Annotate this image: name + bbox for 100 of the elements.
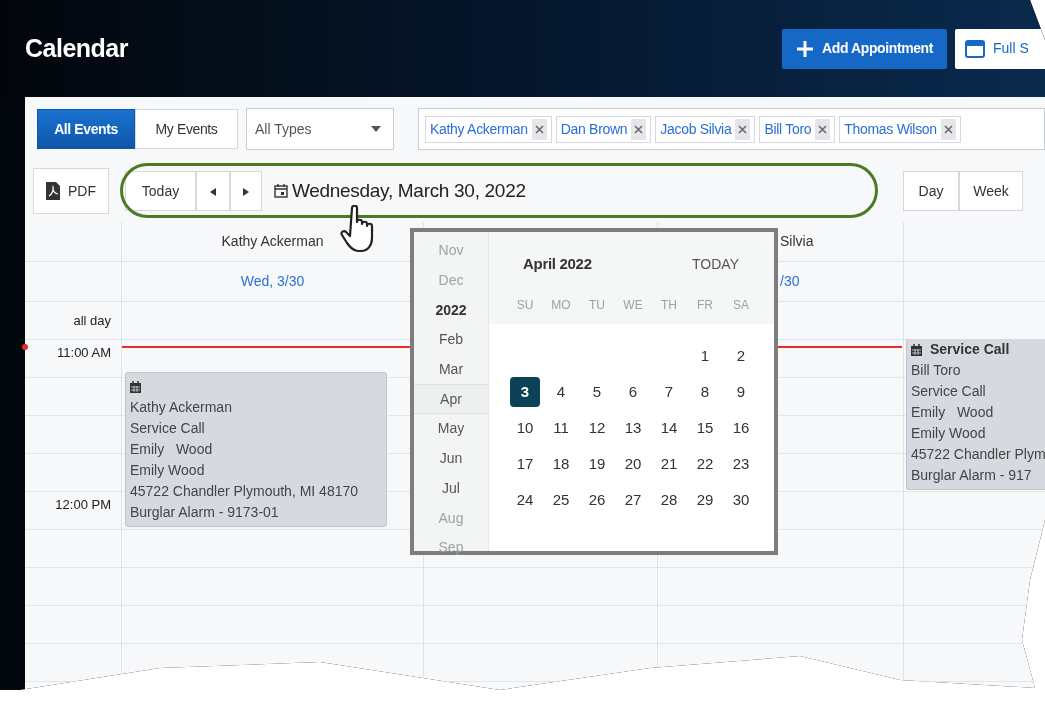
calendar-day[interactable]: 9 bbox=[726, 377, 756, 407]
view-tab[interactable]: Day bbox=[903, 171, 959, 211]
window-icon bbox=[965, 39, 985, 58]
calendar-day[interactable]: 4 bbox=[546, 377, 576, 407]
plus-icon bbox=[796, 39, 815, 58]
month-option[interactable]: May bbox=[414, 414, 488, 444]
column-header: Kathy Ackerman bbox=[221, 232, 324, 251]
time-label: 11:00 AM bbox=[57, 345, 111, 360]
calendar-day[interactable]: 19 bbox=[582, 449, 612, 479]
close-icon bbox=[534, 125, 544, 135]
event-detail: 45722 Chandler Plym bbox=[911, 445, 1045, 464]
previous-button[interactable] bbox=[196, 171, 230, 211]
view-tab[interactable]: Week bbox=[959, 171, 1023, 211]
calendar-day[interactable]: 26 bbox=[582, 485, 612, 515]
month-option[interactable]: Jul bbox=[414, 473, 488, 504]
calendar-day[interactable]: 24 bbox=[510, 485, 540, 515]
weekday-label: TH bbox=[660, 297, 678, 314]
event-detail: Burglar Alarm - 917 bbox=[911, 466, 1033, 485]
filter-tab[interactable]: All Events bbox=[37, 109, 135, 149]
page-title: Calendar bbox=[25, 32, 128, 64]
event-detail: Burglar Alarm - 9173-01 bbox=[130, 503, 280, 522]
today-link[interactable]: TODAY bbox=[691, 252, 740, 276]
calendar-day[interactable]: 5 bbox=[582, 377, 612, 407]
weekday-label: WE bbox=[622, 297, 644, 314]
close-icon bbox=[943, 125, 953, 135]
calendar-day[interactable]: 7 bbox=[654, 377, 684, 407]
calendar-icon bbox=[911, 343, 922, 356]
calendar-day[interactable]: 15 bbox=[690, 413, 720, 443]
event-detail: Service Call bbox=[130, 419, 206, 438]
event-card[interactable]: Service Call Bill Toro Service Call Emily Wood Emily Wood 45722 Chandler Plym Burglar Alarm - 917 bbox=[906, 339, 1045, 490]
event-title: Service Call bbox=[930, 340, 1010, 359]
calendar-day[interactable]: 11 bbox=[546, 413, 576, 443]
today-button[interactable]: Today bbox=[125, 171, 196, 211]
calendar-day[interactable]: 29 bbox=[690, 485, 720, 515]
weekday-label: SU bbox=[515, 297, 535, 314]
close-icon bbox=[818, 125, 828, 135]
calendar-day[interactable]: 23 bbox=[726, 449, 756, 479]
time-label: 12:00 PM bbox=[55, 497, 111, 512]
calendar-day[interactable]: 12 bbox=[582, 413, 612, 443]
full-screen-button[interactable]: Full S bbox=[955, 28, 1045, 69]
calendar-day[interactable]: 28 bbox=[654, 485, 684, 515]
calendar-day[interactable]: 22 bbox=[690, 449, 720, 479]
event-detail: Emily Wood bbox=[911, 403, 995, 422]
pdf-file-icon bbox=[46, 182, 60, 200]
person-tag[interactable]: Dan Brown bbox=[555, 115, 652, 143]
column-date[interactable]: Wed, 3/30 bbox=[240, 271, 305, 292]
month-option[interactable]: Apr bbox=[414, 384, 488, 415]
current-time-marker bbox=[22, 344, 28, 350]
close-icon bbox=[738, 125, 748, 135]
calendar-day[interactable]: 20 bbox=[618, 449, 648, 479]
calendar-day[interactable]: 1 bbox=[690, 341, 720, 371]
column-header: Silvia bbox=[780, 232, 814, 251]
calendar-day[interactable]: 18 bbox=[546, 449, 576, 479]
calendar-day[interactable]: 8 bbox=[690, 377, 720, 407]
event-detail: Emily Wood bbox=[911, 424, 987, 443]
weekday-label: FR bbox=[696, 297, 714, 314]
calendar-day[interactable]: 30 bbox=[726, 485, 756, 515]
calendar-day[interactable]: 2 bbox=[726, 341, 756, 371]
time-label: all day bbox=[73, 311, 111, 330]
calendar-icon bbox=[130, 381, 141, 394]
month-option[interactable]: Mar bbox=[414, 354, 488, 385]
month-title: April 2022 bbox=[523, 253, 592, 274]
next-button[interactable] bbox=[230, 171, 262, 211]
calendar-day[interactable]: 13 bbox=[618, 413, 648, 443]
calendar-day[interactable]: 6 bbox=[618, 377, 648, 407]
event-detail: Kathy Ackerman bbox=[130, 398, 233, 417]
month-option[interactable]: Feb bbox=[414, 325, 488, 355]
weekday-label: TU bbox=[588, 297, 606, 314]
event-detail: Bill Toro bbox=[911, 361, 962, 380]
month-option[interactable]: Jun bbox=[414, 443, 488, 474]
person-tag[interactable]: Bill Toro bbox=[759, 115, 836, 143]
calendar-day[interactable]: 27 bbox=[618, 485, 648, 515]
add-appointment-button[interactable]: Add Appointment bbox=[782, 28, 947, 69]
event-detail: Service Call bbox=[911, 382, 987, 401]
calendar-day[interactable]: 25 bbox=[546, 485, 576, 515]
event-detail: Emily Wood bbox=[130, 440, 214, 459]
right-arrow-icon bbox=[243, 187, 249, 196]
calendar-day[interactable]: 3 bbox=[510, 377, 540, 407]
person-tag[interactable]: Jacob Silvia bbox=[655, 115, 756, 143]
person-tag[interactable]: Kathy Ackerman bbox=[425, 115, 552, 143]
type-dropdown[interactable]: All Types bbox=[246, 108, 394, 150]
people-filter-field[interactable]: Kathy Ackerman Dan Brown Jacob Silvia Bill Toro Thomas Wilson bbox=[418, 108, 1045, 150]
filter-tab[interactable]: My Events bbox=[135, 109, 238, 149]
weekday-label: SA bbox=[732, 297, 750, 314]
person-tag[interactable]: Thomas Wilson bbox=[839, 115, 961, 143]
calendar-day[interactable]: 14 bbox=[654, 413, 684, 443]
calendar-icon bbox=[274, 184, 288, 198]
current-date: Wednesday, March 30, 2022 bbox=[292, 178, 526, 203]
column-date[interactable]: /30 bbox=[780, 271, 800, 292]
year-option[interactable]: 2022 bbox=[414, 295, 488, 326]
close-icon bbox=[634, 125, 644, 135]
caret-icon bbox=[371, 126, 381, 132]
calendar-day[interactable]: 16 bbox=[726, 413, 756, 443]
event-card[interactable]: Kathy Ackerman Service Call Emily Wood Emily Wood 45722 Chandler Plymouth, MI 48170 Burglar Alarm - 9173-01 bbox=[125, 372, 387, 527]
calendar-day[interactable]: 10 bbox=[510, 413, 540, 443]
pdf-button[interactable]: PDF bbox=[33, 168, 109, 214]
weekday-label: MO bbox=[550, 297, 572, 314]
event-detail: 45722 Chandler Plymouth, MI 48170 bbox=[130, 482, 360, 501]
calendar-day[interactable]: 17 bbox=[510, 449, 540, 479]
calendar-day[interactable]: 21 bbox=[654, 449, 684, 479]
